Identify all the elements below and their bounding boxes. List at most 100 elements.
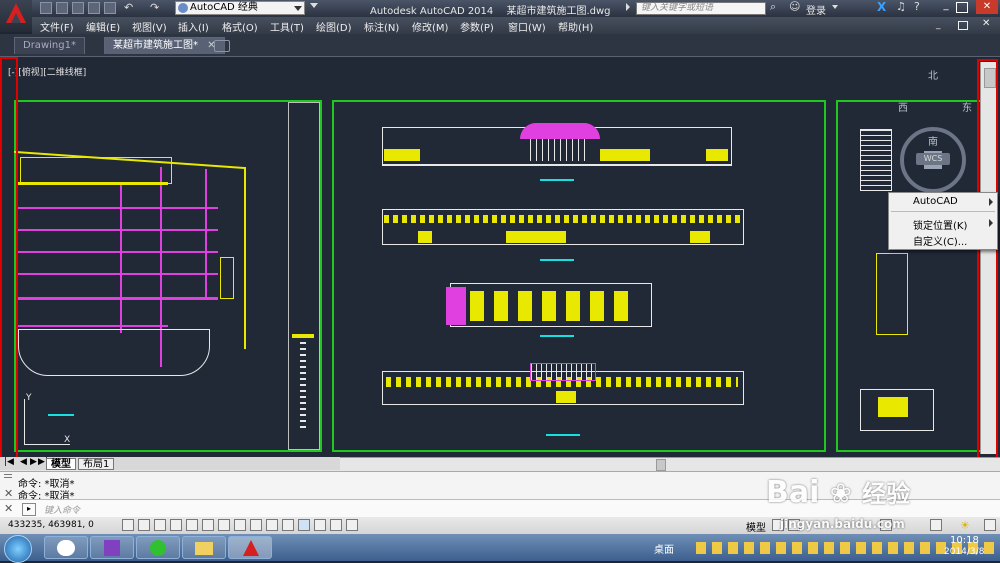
elevation-door — [556, 391, 576, 403]
submenu-arrow-icon — [989, 219, 993, 227]
ucs-y-label: Y — [26, 393, 32, 403]
taskbar-app-player[interactable] — [90, 536, 134, 559]
tab-supermarket[interactable]: 某超市建筑施工图* ✕ — [104, 37, 225, 54]
menu-format[interactable]: 格式(O) — [222, 19, 258, 34]
workspace-combo[interactable]: AutoCAD 经典 — [175, 1, 305, 15]
tab-nav-first-icon[interactable]: |◀ — [4, 457, 14, 467]
object-snap-icon[interactable] — [202, 519, 214, 531]
open-file-icon[interactable] — [56, 2, 68, 14]
print-icon[interactable] — [104, 2, 116, 14]
horizontal-scroll-thumb[interactable] — [656, 459, 666, 471]
tab-nav-next-icon[interactable]: ▶ — [30, 457, 37, 467]
menu-parametric[interactable]: 参数(P) — [460, 19, 494, 34]
ctx-item-autocad[interactable]: AutoCAD — [913, 196, 958, 207]
menu-insert[interactable]: 插入(I) — [178, 19, 209, 34]
dynamic-ucs-icon[interactable] — [250, 519, 262, 531]
object-snap-tracking-icon[interactable] — [234, 519, 246, 531]
tab-layout1[interactable]: 布局1 — [78, 458, 115, 470]
application-menu-button[interactable] — [0, 0, 32, 32]
clock-date[interactable]: 2014/3/8 — [944, 547, 984, 557]
elevation-arched-windows — [470, 291, 630, 321]
doc-close-icon[interactable]: ✕ — [982, 18, 990, 29]
save-icon[interactable] — [72, 2, 84, 14]
menu-draw[interactable]: 绘图(D) — [316, 19, 352, 34]
taskbar-app-ie[interactable] — [136, 536, 180, 559]
maximize-icon[interactable] — [956, 2, 968, 13]
menu-view[interactable]: 视图(V) — [132, 19, 167, 34]
doc-minimize-icon[interactable]: _ — [936, 20, 950, 30]
qat-dropdown-icon[interactable] — [310, 3, 318, 8]
lineweight-icon[interactable] — [282, 519, 294, 531]
snap-mode-icon[interactable] — [138, 519, 150, 531]
menu-window[interactable]: 窗口(W) — [508, 19, 546, 34]
ctx-item-customize[interactable]: 自定义(C)... — [913, 233, 967, 248]
plan-wall-line — [18, 273, 218, 275]
annotation-monitor-icon[interactable] — [346, 519, 358, 531]
start-button[interactable] — [4, 535, 32, 563]
taskbar-app-panda[interactable] — [44, 536, 88, 559]
quick-properties-icon[interactable] — [314, 519, 326, 531]
elevation-canopy — [530, 363, 596, 381]
lightbulb-icon[interactable]: ☀ — [960, 519, 970, 532]
autocad-logo-cutout — [11, 13, 21, 23]
menu-dimension[interactable]: 标注(N) — [364, 19, 399, 34]
viewcube-north[interactable]: 北 — [928, 67, 938, 82]
menu-modify[interactable]: 修改(M) — [412, 19, 448, 34]
transparency-icon[interactable] — [298, 519, 310, 531]
menu-tools[interactable]: 工具(T) — [270, 19, 304, 34]
viewcube-south[interactable]: 南 — [928, 133, 938, 148]
undo-icon[interactable]: ↶ — [124, 1, 133, 14]
grip-icon[interactable] — [4, 474, 12, 480]
grid-display-icon[interactable] — [154, 519, 166, 531]
save-as-icon[interactable] — [88, 2, 100, 14]
tab-drawing1[interactable]: Drawing1* — [14, 37, 85, 54]
workspace-switch-icon[interactable] — [930, 519, 942, 531]
help-icon[interactable]: ? — [914, 0, 926, 13]
model-space-label[interactable]: 模型 — [746, 519, 766, 534]
login-dropdown-icon[interactable] — [832, 5, 838, 9]
login-button[interactable]: 登录 — [806, 2, 826, 17]
exchange-icon[interactable]: X — [877, 0, 889, 14]
close-history-icon[interactable]: ✕ — [4, 487, 13, 500]
wcs-menu[interactable]: WCS — [916, 153, 950, 165]
3d-object-snap-icon[interactable] — [218, 519, 230, 531]
ctx-item-lock[interactable]: 锁定位置(K) — [913, 217, 967, 232]
infer-constraints-icon[interactable] — [122, 519, 134, 531]
viewcube-east[interactable]: 东 — [962, 99, 972, 114]
connect-icon[interactable]: ♫ — [896, 0, 908, 13]
close-icon[interactable]: ✕ — [976, 0, 998, 14]
gear-icon — [178, 3, 188, 13]
tab-nav-prev-icon[interactable]: ◀ — [20, 457, 27, 467]
viewcube-west[interactable]: 西 — [898, 99, 908, 114]
search-expand-icon[interactable] — [626, 3, 630, 11]
dynamic-input-icon[interactable] — [266, 519, 278, 531]
polar-tracking-icon[interactable] — [186, 519, 198, 531]
command-prompt-icon[interactable]: ▸ — [22, 503, 36, 516]
command-input[interactable]: 键入命令 — [44, 503, 80, 516]
plan-wall-line — [18, 207, 218, 209]
coordinates-readout[interactable]: 433235, 463981, 0 — [8, 520, 94, 530]
redo-icon[interactable]: ↷ — [150, 1, 159, 14]
new-file-icon[interactable] — [40, 2, 52, 14]
close-command-icon[interactable]: ✕ — [4, 502, 13, 515]
tab-model[interactable]: 模型 — [46, 458, 76, 470]
doc-restore-icon[interactable] — [958, 21, 968, 30]
menu-file[interactable]: 文件(F) — [40, 19, 74, 34]
menu-edit[interactable]: 编辑(E) — [86, 19, 120, 34]
desktop-toolbar[interactable]: 桌面 — [654, 541, 674, 556]
drawing-canvas[interactable]: [-][俯视][二维线框] Y X 北 西 东 南 WCS — [0, 57, 1000, 457]
menu-help[interactable]: 帮助(H) — [558, 19, 593, 34]
search-input[interactable]: 键入关键字或短语 — [636, 2, 766, 15]
clean-screen-icon[interactable] — [984, 519, 996, 531]
minimize-icon[interactable]: _ — [938, 0, 954, 14]
clock-time[interactable]: 10:18 — [950, 535, 979, 546]
selection-cycling-icon[interactable] — [330, 519, 342, 531]
user-icon[interactable]: ☺ — [789, 0, 801, 13]
ucs-y-axis — [24, 399, 25, 445]
ortho-mode-icon[interactable] — [170, 519, 182, 531]
viewport-controls-label[interactable]: [-][俯视][二维线框] — [8, 65, 86, 78]
taskbar-app-explorer[interactable] — [182, 536, 226, 559]
binoculars-icon[interactable]: ⌕ — [770, 0, 782, 13]
new-tab-icon[interactable] — [214, 40, 230, 52]
taskbar-app-autocad[interactable] — [228, 536, 272, 559]
